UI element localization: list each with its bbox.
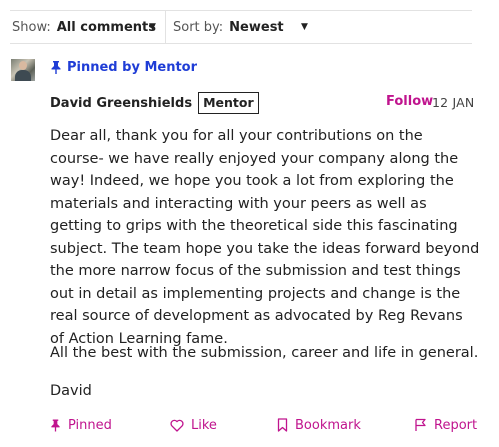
comment-signature: David (50, 383, 92, 399)
pinned-banner: Pinned by Mentor (50, 60, 197, 75)
pin-icon (51, 61, 61, 74)
comment-body-paragraph: All the best with the submission, career… (50, 345, 479, 361)
caret-down-icon: ▼ (149, 22, 156, 32)
report-button[interactable]: Report (414, 415, 477, 435)
bookmark-button-label: Bookmark (295, 417, 361, 433)
comment-body-paragraph: Dear all, thank you for all your contrib… (50, 128, 480, 347)
avatar[interactable] (11, 59, 35, 81)
pinned-button[interactable]: Pinned (50, 415, 112, 435)
like-button[interactable]: Like (170, 415, 217, 435)
pinned-button-label: Pinned (68, 417, 112, 433)
sort-value: Newest (229, 19, 284, 35)
sort-label: Sort by: (173, 19, 224, 35)
show-filter-dropdown[interactable]: Show: All comments ▼ (12, 11, 165, 43)
bookmark-button[interactable]: Bookmark (277, 415, 361, 435)
author-name[interactable]: David Greenshields (50, 96, 192, 111)
comment-action-bar: Pinned Like Bookmark Report (50, 415, 477, 435)
role-badge: Mentor (198, 92, 259, 114)
comment-filter-bar: Show: All comments ▼ Sort by: Newest ▼ (10, 10, 472, 44)
caret-down-icon: ▼ (301, 22, 308, 32)
post-date[interactable]: 12 JAN (432, 95, 474, 110)
sort-dropdown[interactable]: Sort by: Newest ▼ (173, 11, 313, 43)
show-filter-label: Show: (12, 19, 51, 35)
pin-icon (51, 419, 60, 431)
filter-divider (165, 11, 166, 43)
bookmark-icon (277, 418, 288, 432)
like-button-label: Like (191, 417, 217, 433)
author-row: David Greenshields Mentor (50, 91, 259, 115)
report-button-label: Report (434, 417, 478, 433)
show-filter-value: All comments (56, 19, 157, 35)
flag-icon (415, 418, 426, 431)
pinned-label: Pinned by Mentor (67, 60, 198, 75)
heart-icon (170, 419, 184, 432)
follow-button[interactable]: Follow (386, 94, 433, 109)
